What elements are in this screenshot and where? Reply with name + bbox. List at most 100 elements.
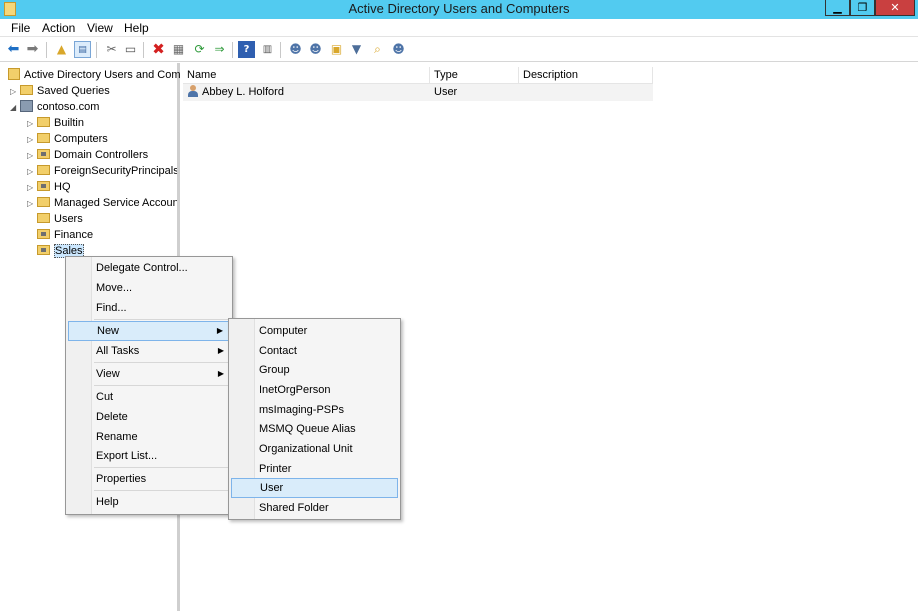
expand-arrow-icon[interactable]: ▷ — [10, 84, 20, 100]
new-group-icon[interactable]: ☻ — [307, 41, 324, 58]
submenu-item-contact[interactable]: Contact — [231, 341, 398, 361]
tree-item-managed-service-accounts[interactable]: ▷ Managed Service Accoun — [27, 195, 177, 211]
submenu-arrow-icon: ▶ — [216, 326, 223, 335]
folder-icon — [37, 133, 50, 143]
menu-item-cut[interactable]: Cut — [68, 387, 230, 407]
tree-item-finance[interactable]: Finance — [37, 227, 93, 243]
menu-file[interactable]: File — [11, 21, 30, 35]
tree-item-computers[interactable]: ▷ Computers — [27, 131, 108, 147]
menu-item-find[interactable]: Find... — [68, 298, 230, 318]
new-submenu: Computer Contact Group InetOrgPerson msI… — [228, 318, 401, 520]
cut-icon[interactable]: ✂ — [103, 41, 120, 58]
list-cell-type: User — [434, 86, 458, 98]
tree-item-label: ForeignSecurityPrincipals — [54, 165, 177, 177]
submenu-item-printer[interactable]: Printer — [231, 459, 398, 479]
tree-item-label: Finance — [54, 229, 94, 241]
window-title: Active Directory Users and Computers — [348, 1, 570, 16]
tree-item-label: Managed Service Accoun — [54, 197, 177, 209]
menu-separator — [94, 362, 230, 363]
tree-item-label: Domain Controllers — [54, 149, 149, 161]
column-header-description[interactable]: Description — [519, 67, 653, 84]
submenu-item-shared-folder[interactable]: Shared Folder — [231, 498, 398, 518]
title-bar: Active Directory Users and Computers ▁ ❐… — [0, 0, 918, 19]
menu-item-export-list[interactable]: Export List... — [68, 446, 230, 466]
copy-icon[interactable]: ▭ — [122, 41, 139, 58]
tree-item-users[interactable]: Users — [37, 211, 83, 227]
menu-view[interactable]: View — [87, 21, 113, 35]
submenu-item-computer[interactable]: Computer — [231, 321, 398, 341]
tree-root[interactable]: Active Directory Users and Com — [8, 67, 181, 83]
column-header-type[interactable]: Type — [430, 67, 519, 84]
new-ou-icon[interactable]: ▣ — [328, 41, 345, 58]
menu-item-move[interactable]: Move... — [68, 278, 230, 298]
submenu-item-inetorgperson[interactable]: InetOrgPerson — [231, 380, 398, 400]
tree-item-hq[interactable]: ▷ HQ — [27, 179, 71, 195]
menu-separator — [94, 319, 230, 320]
submenu-item-msmq-queue-alias[interactable]: MSMQ Queue Alias — [231, 419, 398, 439]
properties-icon[interactable]: ▦ — [170, 41, 187, 58]
submenu-item-organizational-unit[interactable]: Organizational Unit — [231, 439, 398, 459]
menu-item-delegate-control[interactable]: Delegate Control... — [68, 258, 230, 278]
forward-arrow-icon[interactable]: ➡ — [24, 41, 41, 58]
list-item-name: Abbey L. Holford — [202, 86, 284, 98]
menu-item-new-label: New — [97, 325, 120, 337]
restore-button[interactable]: ❐ — [850, 0, 875, 16]
list-item[interactable]: Abbey L. Holford User — [183, 84, 653, 101]
ou-folder-icon — [37, 181, 50, 191]
tree-item-saved-queries[interactable]: ▷ Saved Queries — [10, 83, 110, 99]
expand-arrow-icon[interactable]: ▷ — [27, 132, 37, 148]
help-icon[interactable]: ? — [238, 41, 255, 58]
menu-help[interactable]: Help — [124, 21, 149, 35]
find-icon[interactable]: ⌕ — [369, 41, 386, 58]
folder-icon — [37, 197, 50, 207]
tree-item-builtin[interactable]: ▷ Builtin — [27, 115, 84, 131]
action-pane-icon[interactable]: ▥ — [259, 41, 276, 58]
menu-item-view[interactable]: View ▶ — [68, 364, 230, 384]
expand-arrow-icon[interactable]: ▷ — [27, 180, 37, 196]
ou-folder-icon — [37, 149, 50, 159]
collapse-arrow-icon[interactable]: ◢ — [10, 100, 20, 116]
submenu-item-msimaging-psps[interactable]: msImaging-PSPs — [231, 400, 398, 420]
menu-item-new[interactable]: New ▶ — [68, 321, 230, 341]
toolbar-separator — [46, 42, 47, 58]
menu-item-all-tasks[interactable]: All Tasks ▶ — [68, 341, 230, 361]
refresh-icon[interactable]: ⟳ — [191, 41, 208, 58]
toolbar-separator — [280, 42, 281, 58]
tree-item-label: contoso.com — [37, 101, 100, 113]
delete-icon[interactable]: ✖ — [150, 41, 167, 58]
submenu-item-group[interactable]: Group — [231, 360, 398, 380]
export-list-icon[interactable]: ⇒ — [211, 41, 228, 58]
menu-item-help[interactable]: Help — [68, 492, 230, 512]
submenu-arrow-icon: ▶ — [217, 369, 224, 378]
back-arrow-icon[interactable]: ⬅ — [5, 41, 22, 58]
tree-item-domain[interactable]: ◢ contoso.com — [10, 99, 99, 115]
expand-arrow-icon[interactable]: ▷ — [27, 164, 37, 179]
menu-item-view-label: View — [96, 368, 120, 380]
expand-arrow-icon[interactable]: ▷ — [27, 196, 37, 211]
close-button[interactable]: ✕ — [875, 0, 915, 16]
add-to-group-icon[interactable]: ☻ — [390, 41, 407, 58]
new-user-icon[interactable]: ☻ — [287, 41, 304, 58]
filter-icon[interactable]: ▼ — [348, 41, 365, 58]
submenu-item-user[interactable]: User — [231, 478, 398, 498]
tree-item-label: Builtin — [54, 117, 84, 129]
list-cell-name: Abbey L. Holford — [188, 84, 284, 101]
menu-action[interactable]: Action — [42, 21, 75, 35]
show-hide-tree-icon[interactable]: ▤ — [74, 41, 91, 58]
context-menu: Delegate Control... Move... Find... New … — [65, 256, 233, 515]
expand-arrow-icon[interactable]: ▷ — [27, 148, 37, 164]
menu-item-delete[interactable]: Delete — [68, 407, 230, 427]
ou-folder-icon — [37, 229, 50, 239]
menu-item-properties[interactable]: Properties — [68, 469, 230, 489]
submenu-arrow-icon: ▶ — [217, 346, 224, 355]
minimize-button[interactable]: ▁ — [825, 0, 850, 16]
menu-bar: File Action View Help — [0, 19, 918, 37]
tree-item-domain-controllers[interactable]: ▷ Domain Controllers — [27, 147, 148, 163]
menu-item-all-tasks-label: All Tasks — [96, 345, 140, 357]
up-folder-icon[interactable]: ▲ — [53, 41, 70, 58]
expand-arrow-icon[interactable]: ▷ — [27, 116, 37, 132]
column-header-name[interactable]: Name — [183, 67, 430, 84]
menu-item-rename[interactable]: Rename — [68, 427, 230, 447]
tree-item-foreign-security-principals[interactable]: ▷ ForeignSecurityPrincipals — [27, 163, 177, 179]
user-icon — [188, 85, 198, 97]
